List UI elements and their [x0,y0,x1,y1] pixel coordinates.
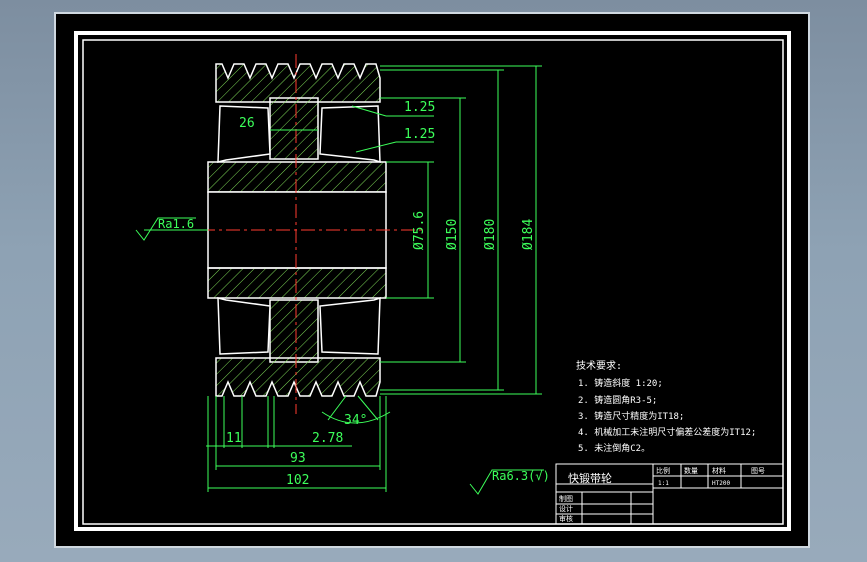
drawing-sheet: 1.25 1.25 26 Ø75.6 Ø150 Ø180 Ø184 11 2.7… [54,12,810,548]
tech-req-item-2: 2. 铸造圆角R3-5; [578,394,657,406]
header-drawing-no: 图号 [751,467,765,475]
dim-rib: 11 [226,431,242,446]
tech-req-item-1: 1. 铸造斜度 1:20; [578,377,663,389]
dim-width-102: 102 [286,473,309,488]
dim-d184: Ø184 [521,219,536,250]
pulley-drawing: 1.25 1.25 26 Ø75.6 Ø150 Ø180 Ø184 11 2.7… [74,31,791,531]
roughness-general: Ra6.3(√) [492,469,550,483]
header-scale: 比例 [656,466,670,475]
tech-req-title: 技术要求: [576,359,622,372]
material-value: HT200 [712,480,730,487]
dim-taper-2: 1.25 [404,127,435,142]
header-material: 材料 [712,466,726,475]
dim-bore: Ø75.6 [412,211,427,250]
row-designed: 设计 [559,504,573,513]
dim-taper-1: 1.25 [404,100,435,115]
tech-requirements: 技术要求: 1. 铸造斜度 1:20; 2. 铸造圆角R3-5; 3. 铸造尺寸… [576,359,756,454]
row-drawn: 制图 [559,494,573,503]
dim-d150: Ø150 [445,219,460,250]
tech-req-item-4: 4. 机械加工未注明尺寸偏差公差度为IT12; [578,426,756,438]
part-name: 快锻带轮 [568,471,612,485]
dim-pitch: 2.78 [312,431,343,446]
roughness-bore: Ra1.6 [158,217,194,231]
tech-req-item-5: 5. 未注倒角C2。 [578,442,650,454]
dim-span-93: 93 [290,451,306,466]
dim-d180: Ø180 [483,219,498,250]
tech-req-item-3: 3. 铸造尺寸精度为IT18; [578,410,684,422]
header-qty: 数量 [684,466,698,475]
scale-value: 1:1 [658,480,669,487]
dim-groove-width: 26 [239,116,255,131]
row-checked: 审核 [559,514,573,523]
dim-angle: 34° [344,413,367,428]
